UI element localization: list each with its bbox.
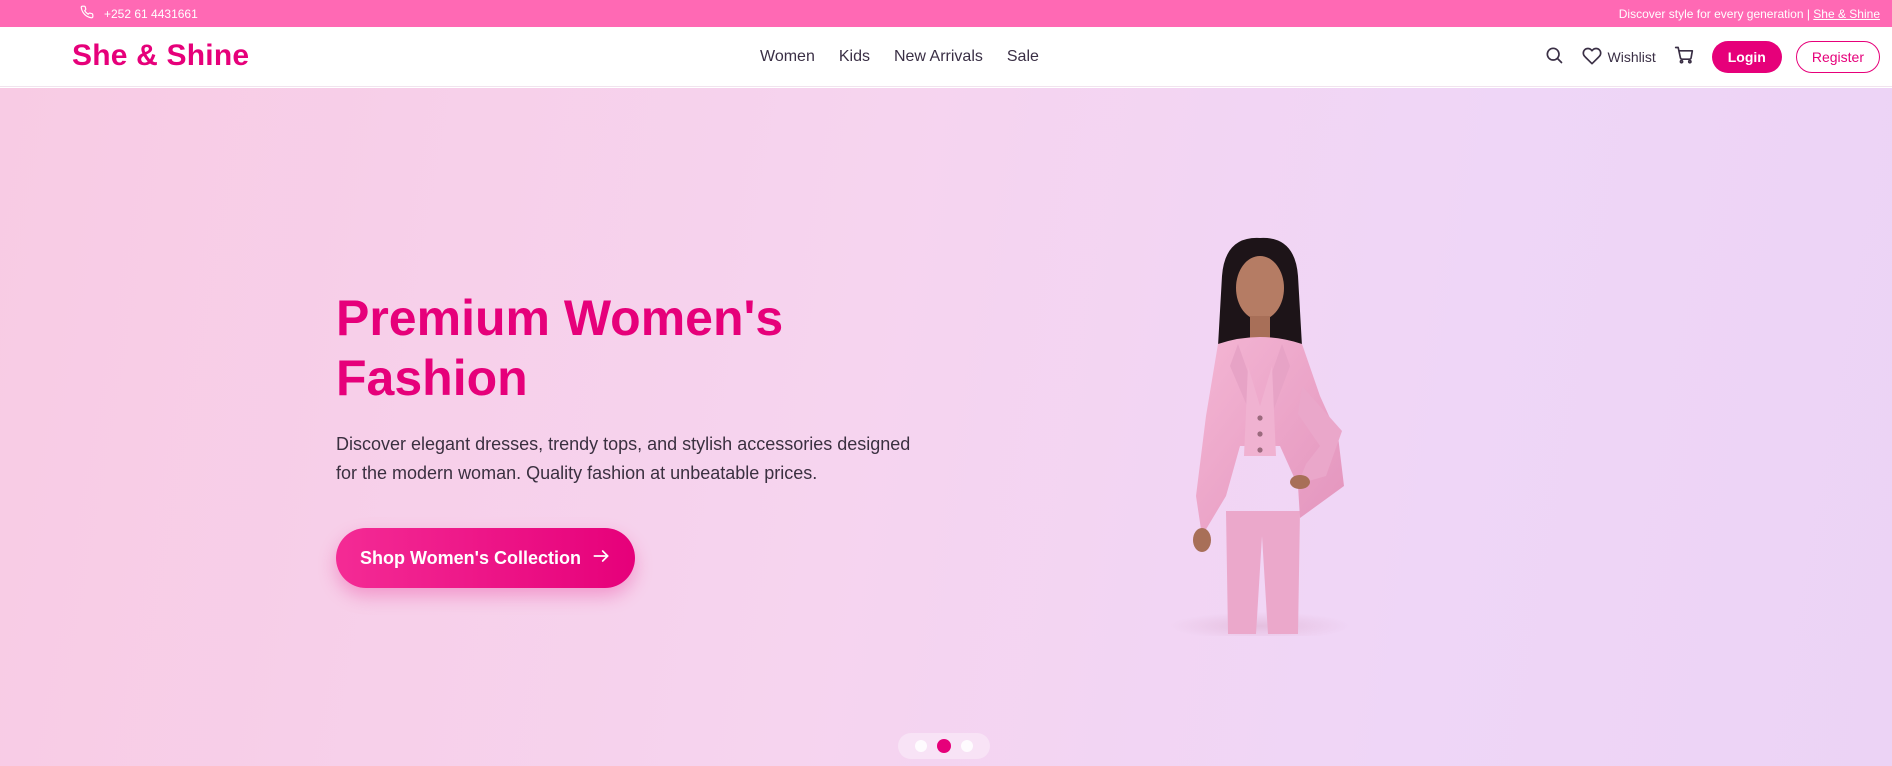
- hero-banner: Premium Women's Fashion Discover elegant…: [0, 88, 1892, 766]
- cart-button[interactable]: [1670, 43, 1698, 71]
- main-nav: Women Kids New Arrivals Sale: [760, 27, 1039, 87]
- carousel-dot-3[interactable]: [961, 740, 973, 752]
- shop-women-collection-button[interactable]: Shop Women's Collection: [336, 528, 635, 588]
- carousel-indicators: [898, 733, 990, 759]
- hero-model-image: [1130, 236, 1390, 640]
- phone-number: +252 61 4431661: [104, 6, 198, 21]
- nav-women[interactable]: Women: [760, 48, 815, 66]
- nav-sale[interactable]: Sale: [1007, 48, 1039, 66]
- heart-icon: [1582, 46, 1602, 69]
- brand-link[interactable]: She & Shine: [1813, 7, 1880, 21]
- site-logo[interactable]: She & Shine: [72, 39, 249, 73]
- phone-icon: [80, 5, 94, 22]
- wishlist-button[interactable]: Wishlist: [1582, 46, 1656, 69]
- nav-kids[interactable]: Kids: [839, 48, 870, 66]
- header-actions: Wishlist Login Register: [1540, 27, 1880, 87]
- tagline: Discover style for every generation | Sh…: [1619, 7, 1880, 21]
- site-header: She & Shine Women Kids New Arrivals Sale…: [0, 27, 1892, 87]
- phone-contact[interactable]: +252 61 4431661: [80, 5, 198, 22]
- wishlist-label: Wishlist: [1607, 49, 1656, 65]
- hero-description: Discover elegant dresses, trendy tops, a…: [336, 434, 911, 483]
- cta-label: Shop Women's Collection: [360, 547, 581, 568]
- search-button[interactable]: [1540, 43, 1568, 71]
- arrow-right-icon: [591, 546, 611, 571]
- search-icon: [1544, 45, 1564, 70]
- tagline-text: Discover style for every generation |: [1618, 6, 1814, 21]
- cart-icon: [1674, 45, 1694, 70]
- register-button[interactable]: Register: [1795, 41, 1880, 73]
- carousel-dot-2[interactable]: [937, 739, 951, 753]
- hero-title: Premium Women's Fashion: [336, 290, 784, 406]
- announcement-bar: +252 61 4431661 Discover style for every…: [0, 0, 1892, 27]
- login-button[interactable]: Login: [1711, 41, 1782, 73]
- nav-new-arrivals[interactable]: New Arrivals: [894, 48, 983, 66]
- carousel-dot-1[interactable]: [915, 740, 927, 752]
